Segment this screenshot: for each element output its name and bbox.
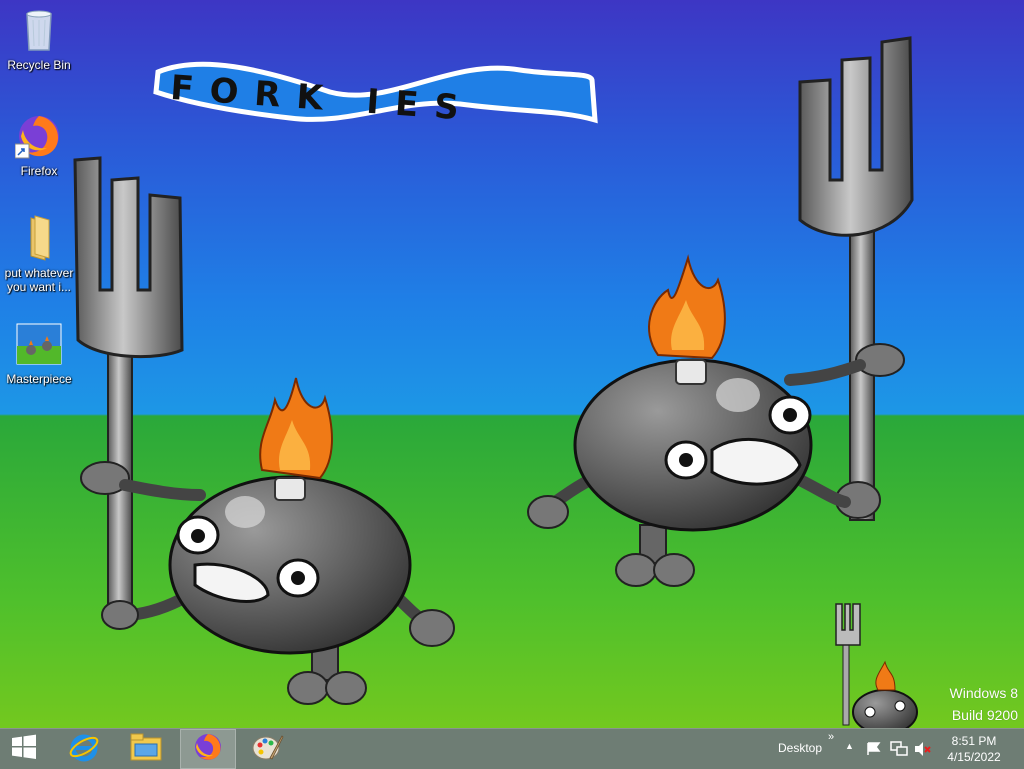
- windows-logo-icon: [10, 733, 38, 766]
- desktop-icon-label: Firefox: [20, 164, 58, 178]
- taskbar: Desktop » ▲ 8:51 PM 4/15/2022: [0, 728, 1024, 769]
- internet-explorer-icon: [68, 731, 100, 768]
- forkie-left: [73, 156, 455, 705]
- toolbar-chevron-icon[interactable]: »: [828, 731, 834, 743]
- forkies-banner: FORK IES: [153, 61, 598, 129]
- desktop-icon-masterpiece[interactable]: Masterpiece: [0, 320, 78, 386]
- folder-icon: [15, 214, 63, 262]
- desktop-icon-label: Recycle Bin: [7, 58, 71, 72]
- watermark-line-2: Build 9200: [951, 707, 1018, 723]
- desktop-icon-firefox[interactable]: Firefox: [0, 112, 78, 178]
- desktop-icon-label: put whatever you want i...: [4, 266, 74, 294]
- forkie-mini: [835, 603, 918, 728]
- taskbar-internet-explorer[interactable]: [56, 729, 112, 769]
- desktop-toolbar-label[interactable]: Desktop: [778, 741, 822, 755]
- volume-muted-icon[interactable]: [914, 741, 932, 762]
- desktop[interactable]: FORK IES Recycle Bin Firefox put whateve…: [0, 0, 1024, 728]
- taskbar-paint[interactable]: [240, 729, 296, 769]
- wallpaper-forkies: FORK IES: [73, 36, 918, 728]
- start-button[interactable]: [0, 729, 48, 769]
- desktop-icon-recycle-bin[interactable]: Recycle Bin: [0, 6, 78, 72]
- clock-date: 4/15/2022: [947, 750, 1001, 764]
- taskbar-clock[interactable]: 8:51 PM 4/15/2022: [944, 733, 1004, 765]
- network-icon[interactable]: [890, 741, 908, 762]
- windows-build-watermark: Windows 8 Build 9200: [950, 682, 1018, 726]
- taskbar-firefox[interactable]: [180, 729, 236, 769]
- paint-icon: [252, 732, 284, 767]
- desktop-icon-label: Masterpiece: [6, 372, 72, 386]
- recycle-bin-icon: [15, 6, 63, 54]
- watermark-line-1: Windows 8: [949, 685, 1018, 701]
- desktop-icon-folder[interactable]: put whatever you want i...: [0, 214, 78, 294]
- image-file-icon: [15, 320, 63, 368]
- file-explorer-icon: [129, 732, 163, 767]
- firefox-icon: [193, 732, 223, 767]
- action-center-flag-icon[interactable]: [866, 742, 882, 761]
- taskbar-file-explorer[interactable]: [118, 729, 174, 769]
- clock-time: 8:51 PM: [951, 734, 997, 748]
- show-hidden-icons-button[interactable]: ▲: [845, 741, 854, 751]
- firefox-icon: [14, 112, 63, 160]
- forkie-right: [527, 36, 914, 587]
